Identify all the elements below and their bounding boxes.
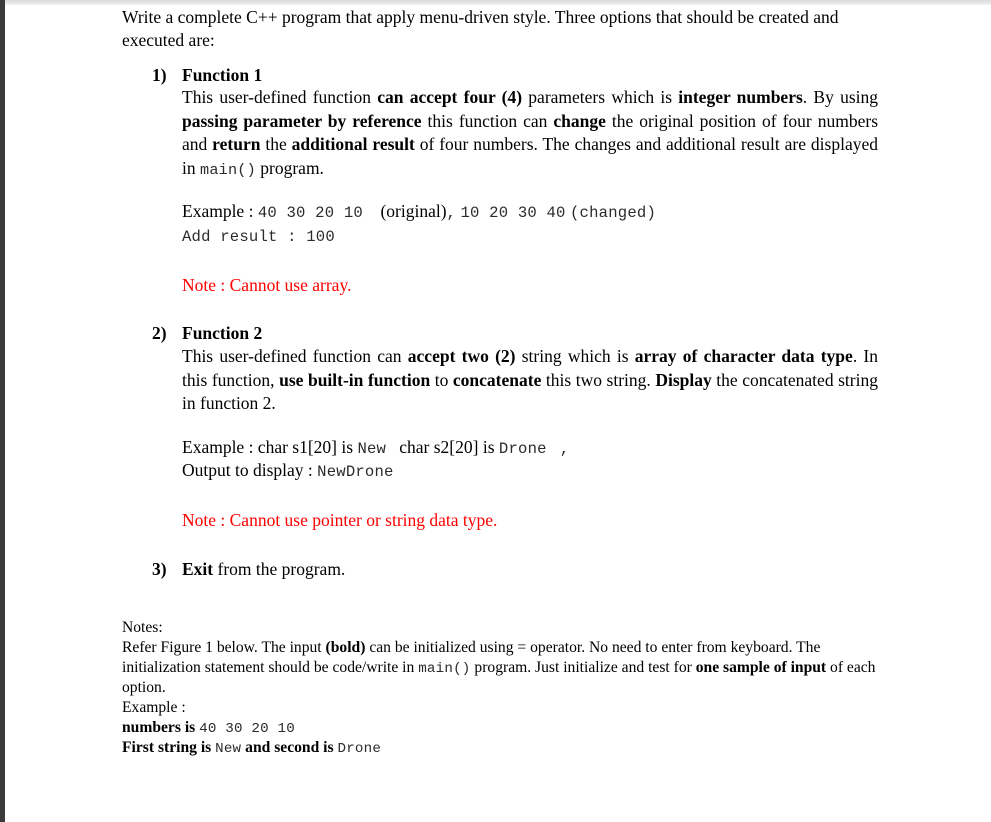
f1-original-tag: (original) (380, 201, 447, 222)
page-left-edge (0, 0, 5, 822)
function-1-example: Example : 40 30 20 10 (original), 10 20 … (182, 200, 878, 247)
function-2-example-line-2: Output to display : NewDrone (182, 459, 878, 483)
notes-strings-line: First string is New and second is Drone (122, 738, 878, 758)
function-2-title: Function 2 (182, 323, 263, 344)
intro-paragraph: Write a complete C++ program that apply … (122, 7, 839, 50)
document-page: Write a complete C++ program that apply … (0, 0, 991, 822)
f1-bold-2: integer numbers (678, 87, 803, 108)
f1-text-4: this function can (421, 110, 554, 131)
f1-text-6: the (260, 134, 292, 155)
function-2-body: This user-defined function can accept tw… (182, 345, 878, 416)
f2-text-4: to (430, 369, 453, 390)
document-content: Write a complete C++ program that apply … (122, 5, 878, 759)
exit-rest: from the program. (213, 558, 346, 579)
f2-bold-1: accept two (2) (407, 346, 516, 367)
f2-s1-value: New (357, 439, 387, 458)
notes-paragraph: Refer Figure 1 below. The input (bold) c… (122, 638, 878, 698)
f1-text-1: This user-defined function (182, 87, 378, 108)
exit-line: Exit from the program. (182, 558, 878, 581)
f1-example-comma: , (446, 204, 457, 223)
notes-numbers-label: numbers is (122, 719, 200, 737)
notes-heading: Notes: (122, 619, 163, 637)
f2-bold-5: Display (655, 369, 712, 390)
notes-string-value-2: Drone (337, 741, 382, 758)
list-marker-1: 1) (152, 64, 167, 85)
f1-bold-6: additional result (291, 134, 415, 155)
f1-example-label: Example : (182, 201, 254, 222)
f1-code-main: main() (200, 160, 256, 179)
function-1-body: This user-defined function can accept fo… (182, 86, 878, 180)
function-2-example: Example : char s1[20] is New char s2[20]… (182, 436, 878, 483)
list-marker-2: 2) (152, 323, 167, 344)
notes-bold-2: one sample of input (695, 659, 827, 677)
f1-bold-3: passing parameter by reference (182, 110, 422, 131)
list-item-function-1: 1) Function 1 This user-defined function… (122, 64, 878, 297)
f2-bold-4: concatenate (452, 369, 542, 390)
notes-bold-1: (bold) (325, 639, 366, 657)
notes-example-label: Example : (122, 699, 186, 717)
notes-block: Notes: Refer Figure 1 below. The input (… (122, 618, 878, 758)
list-item-function-2: 2) Function 2 This user-defined function… (122, 322, 878, 531)
f1-text-3: . By using (802, 87, 878, 108)
f1-changed-tag: (changed) (570, 204, 657, 223)
f1-bold-1: can accept four (4) (377, 87, 523, 108)
f1-changed-values: 10 20 30 40 (460, 204, 566, 223)
notes-text-3: program. Just initialize and test for (470, 659, 696, 677)
f2-text-1: This user-defined function can (182, 346, 408, 367)
f2-text-2: string which is (515, 346, 635, 367)
function-2-note: Note : Cannot use pointer or string data… (182, 509, 498, 530)
function-1-title: Function 1 (182, 64, 263, 85)
f2-text-5: this two string. (541, 369, 656, 390)
notes-strings-label-a: First string is (122, 739, 216, 757)
function-2-example-line-1: Example : char s1[20] is New char s2[20]… (182, 436, 878, 460)
f1-original-values: 40 30 20 10 (257, 204, 363, 223)
f1-bold-4: change (553, 110, 606, 131)
f2-trailing-comma: , (559, 439, 570, 458)
f2-output-label: Output to display : (182, 460, 318, 481)
notes-code-main: main() (418, 661, 471, 678)
f1-add-result: Add result : 100 (182, 227, 335, 246)
f2-bold-2: array of character data type (634, 346, 853, 367)
function-1-note: Note : Cannot use array. (182, 274, 352, 295)
notes-strings-label-b: and second is (241, 739, 338, 757)
list-item-exit: 3) Exit from the program. (122, 558, 878, 581)
f2-example-mid: char s2[20] is (399, 436, 499, 457)
f1-bold-5: return (212, 134, 261, 155)
f2-output-value: NewDrone (317, 463, 394, 482)
notes-string-value-1: New (215, 741, 242, 758)
function-1-example-line-1: Example : 40 30 20 10 (original), 10 20 … (182, 200, 878, 224)
f2-s2-value: Drone (498, 439, 547, 458)
notes-numbers-value: 40 30 20 10 (199, 721, 295, 738)
f1-text-2: parameters which is (522, 87, 679, 108)
function-1-example-line-2: Add result : 100 (182, 224, 878, 248)
f2-example-label: Example : char s1[20] is (182, 436, 358, 457)
options-list: 1) Function 1 This user-defined function… (122, 64, 878, 581)
notes-numbers-line: numbers is 40 30 20 10 (122, 718, 878, 738)
f1-text-8: program. (255, 157, 324, 178)
list-marker-3: 3) (152, 558, 167, 579)
exit-bold-label: Exit (182, 558, 214, 579)
notes-text-1: Refer Figure 1 below. The input (122, 639, 326, 657)
f2-bold-3: use built-in function (279, 369, 431, 390)
